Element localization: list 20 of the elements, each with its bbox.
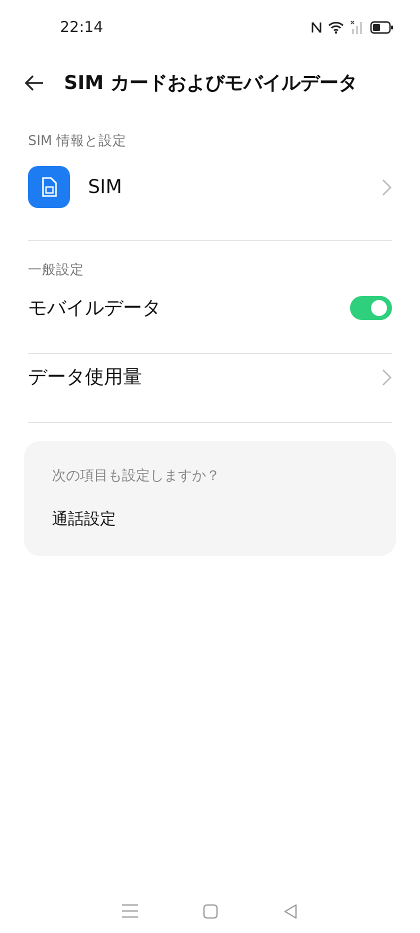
sim-card-icon: [28, 166, 70, 208]
menu-icon[interactable]: [122, 904, 138, 919]
status-time: 22:14: [60, 18, 104, 36]
nfc-icon: [311, 20, 322, 34]
setting-label: モバイルデータ: [28, 296, 162, 321]
card-title: 次の項目も設定しますか？: [52, 467, 221, 485]
signal-icon: [350, 20, 364, 34]
section-header: 一般設定: [27, 261, 85, 280]
chevron-icon: [382, 178, 392, 196]
back-icon[interactable]: [282, 904, 298, 919]
suggestion-link[interactable]: 通話設定: [52, 509, 116, 530]
toggle-switch[interactable]: [350, 296, 392, 320]
chevron-icon: [382, 368, 392, 386]
setting-row[interactable]: データ使用量: [28, 354, 392, 400]
page-title: SIM カードおよびモバイルデータ: [64, 71, 358, 96]
wifi-icon: [328, 20, 344, 34]
battery-icon: [370, 20, 394, 34]
home-icon[interactable]: [202, 904, 218, 919]
sim-row[interactable]: SIM: [28, 156, 392, 218]
section-header: SIM 情報と設定: [27, 132, 128, 151]
